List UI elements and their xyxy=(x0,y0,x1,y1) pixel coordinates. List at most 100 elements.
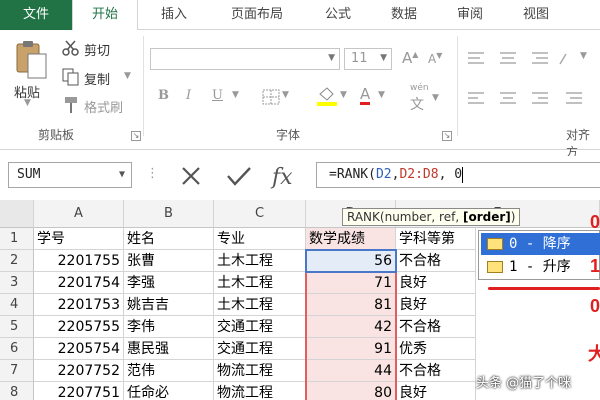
formula-input[interactable]: =RANK(D2,D2:D8, 0 xyxy=(316,162,600,188)
table-cell[interactable]: 2207752 xyxy=(34,360,124,382)
table-cell[interactable]: 李伟 xyxy=(124,316,214,338)
table-cell[interactable]: 2205755 xyxy=(34,316,124,338)
format-painter-icon[interactable] xyxy=(62,96,80,114)
paste-dropdown-icon[interactable]: ▼ xyxy=(24,98,31,108)
header-cell[interactable]: 专业 xyxy=(214,228,306,250)
table-cell[interactable]: 范伟 xyxy=(124,360,214,382)
format-painter-button[interactable]: 格式刷 xyxy=(84,97,123,116)
paste-icon[interactable] xyxy=(14,40,48,80)
table-cell[interactable]: 土木工程 xyxy=(214,250,306,272)
table-cell[interactable]: 交通工程 xyxy=(214,338,306,360)
copy-dropdown-icon[interactable]: ▼ xyxy=(124,71,131,81)
italic-button[interactable]: I xyxy=(186,88,191,103)
font-name-combo[interactable]: ▼ xyxy=(150,48,340,70)
tab-file[interactable]: 文件 xyxy=(0,0,72,30)
row-header-7[interactable]: 7 xyxy=(0,360,34,382)
row-header-6[interactable]: 6 xyxy=(0,338,34,360)
tab-view[interactable]: 视图 xyxy=(504,0,568,30)
column-header-a[interactable]: A xyxy=(34,200,124,228)
table-cell[interactable]: 物流工程 xyxy=(214,360,306,382)
table-cell[interactable]: 56 xyxy=(306,250,396,272)
font-color-dropdown-icon[interactable]: ▼ xyxy=(378,90,385,100)
table-cell[interactable]: 44 xyxy=(306,360,396,382)
phonetic-guide-icon[interactable]: 文 xyxy=(410,94,424,114)
row-header-4[interactable]: 4 xyxy=(0,294,34,316)
table-cell[interactable]: 交通工程 xyxy=(214,316,306,338)
table-cell[interactable]: 2201754 xyxy=(34,272,124,294)
watermark: 头条 @猫了个咪 xyxy=(476,376,572,391)
table-cell[interactable]: 不合格 xyxy=(396,250,476,272)
chevron-down-icon[interactable]: ▼ xyxy=(119,163,125,187)
table-cell[interactable]: 80 xyxy=(306,382,396,400)
underline-button[interactable]: U xyxy=(212,88,223,103)
fill-color-icon[interactable] xyxy=(316,86,338,106)
font-shrink-button[interactable]: A▼ xyxy=(428,51,442,66)
tab-home[interactable]: 开始 xyxy=(72,0,138,31)
row-header-1[interactable]: 1 xyxy=(0,228,34,250)
font-color-button[interactable]: A xyxy=(360,86,371,105)
cancel-icon[interactable] xyxy=(180,165,202,187)
table-cell[interactable]: 张曹 xyxy=(124,250,214,272)
table-cell[interactable]: 良好 xyxy=(396,382,476,400)
vertical-align-icons[interactable] xyxy=(466,50,570,68)
phonetic-dropdown-icon[interactable]: ▼ xyxy=(432,93,439,103)
table-cell[interactable]: 2201753 xyxy=(34,294,124,316)
table-cell[interactable]: 2207751 xyxy=(34,382,124,400)
header-cell[interactable]: 数学成绩 xyxy=(306,228,396,250)
row-header-3[interactable]: 3 xyxy=(0,272,34,294)
table-cell[interactable]: 2201755 xyxy=(34,250,124,272)
table-cell[interactable]: 不合格 xyxy=(396,360,476,382)
tab-page-layout[interactable]: 页面布局 xyxy=(212,0,302,30)
autocomplete-item-ascending[interactable]: 1 - 升序 xyxy=(481,256,600,278)
tab-formulas[interactable]: 公式 xyxy=(306,0,370,30)
clipboard-launcher-icon[interactable]: ↘ xyxy=(131,131,141,141)
table-cell[interactable]: 姚吉吉 xyxy=(124,294,214,316)
select-all-corner[interactable] xyxy=(0,200,34,228)
horizontal-align-icons[interactable] xyxy=(466,90,600,108)
table-cell[interactable]: 71 xyxy=(306,272,396,294)
table-cell[interactable]: 土木工程 xyxy=(214,272,306,294)
copy-button[interactable]: 复制 xyxy=(84,69,110,88)
copy-icon[interactable] xyxy=(62,68,80,86)
table-cell[interactable]: 81 xyxy=(306,294,396,316)
tab-data[interactable]: 数据 xyxy=(372,0,436,30)
cut-button[interactable]: 剪切 xyxy=(84,40,110,59)
font-launcher-icon[interactable]: ↘ xyxy=(442,131,452,141)
table-cell[interactable]: 2205754 xyxy=(34,338,124,360)
table-cell[interactable]: 土木工程 xyxy=(214,294,306,316)
table-cell[interactable]: 不合格 xyxy=(396,316,476,338)
row-header-5[interactable]: 5 xyxy=(0,316,34,338)
cut-icon[interactable] xyxy=(62,40,80,56)
insert-function-icon[interactable]: fx xyxy=(270,162,300,190)
bold-button[interactable]: B xyxy=(158,88,169,103)
font-size-combo[interactable]: 11 ▼ xyxy=(344,48,392,70)
tab-review[interactable]: 审阅 xyxy=(438,0,502,30)
border-dropdown-icon[interactable]: ▼ xyxy=(282,90,289,100)
fill-color-dropdown-icon[interactable]: ▼ xyxy=(340,90,347,100)
font-shrink-label: A xyxy=(428,52,437,66)
table-cell[interactable]: 李强 xyxy=(124,272,214,294)
border-icon[interactable] xyxy=(262,89,280,105)
table-cell[interactable]: 惠民强 xyxy=(124,338,214,360)
autocomplete-item-descending[interactable]: 0 - 降序 xyxy=(481,233,600,255)
font-grow-button[interactable]: A▲ xyxy=(402,49,418,67)
column-header-c[interactable]: C xyxy=(214,200,306,228)
orientation-dropdown-icon[interactable]: ▼ xyxy=(580,51,587,61)
table-cell[interactable]: 优秀 xyxy=(396,338,476,360)
enter-icon[interactable] xyxy=(226,165,252,187)
table-cell[interactable]: 42 xyxy=(306,316,396,338)
header-cell[interactable]: 学科等第 xyxy=(396,228,476,250)
column-header-b[interactable]: B xyxy=(124,200,214,228)
row-header-2[interactable]: 2 xyxy=(0,250,34,272)
name-box[interactable]: SUM ▼ xyxy=(8,162,132,188)
table-cell[interactable]: 任命必 xyxy=(124,382,214,400)
header-cell[interactable]: 姓名 xyxy=(124,228,214,250)
header-cell[interactable]: 学号 xyxy=(34,228,124,250)
table-cell[interactable]: 91 xyxy=(306,338,396,360)
tab-insert[interactable]: 插入 xyxy=(140,0,208,30)
underline-dropdown-icon[interactable]: ▼ xyxy=(232,90,239,100)
table-cell[interactable]: 物流工程 xyxy=(214,382,306,400)
table-cell[interactable]: 良好 xyxy=(396,272,476,294)
table-cell[interactable]: 良好 xyxy=(396,294,476,316)
row-header-8[interactable]: 8 xyxy=(0,382,34,400)
